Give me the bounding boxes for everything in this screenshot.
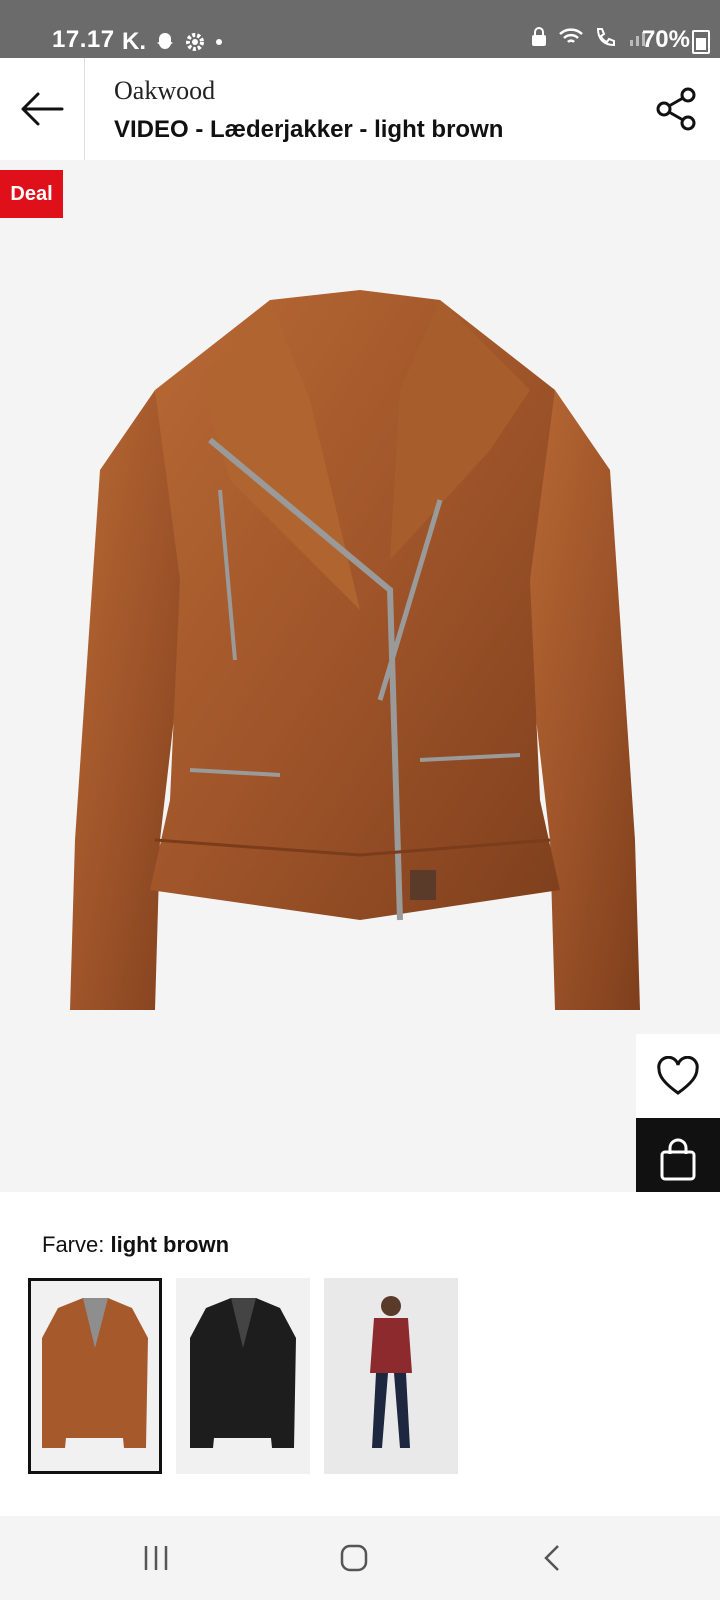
system-nav-bar <box>0 1516 720 1600</box>
add-to-bag-button[interactable] <box>636 1118 720 1192</box>
shopping-bag-icon <box>660 1138 696 1181</box>
dot-icon <box>216 39 222 45</box>
selected-color: light brown <box>110 1232 230 1257</box>
color-label-text: Farve: <box>42 1232 105 1257</box>
favorite-button[interactable] <box>636 1034 720 1118</box>
swatch-model-image <box>370 1296 412 1448</box>
swatch-light-brown-image <box>42 1298 148 1448</box>
app-header: Oakwood VIDEO - Læderjakker - light brow… <box>0 58 720 161</box>
home-button[interactable] <box>340 1544 368 1577</box>
status-time: 17.17 <box>52 26 115 53</box>
recent-apps-button[interactable] <box>142 1544 170 1577</box>
call-icon <box>596 28 615 47</box>
arrow-left-icon <box>21 92 64 126</box>
swatch-light-brown[interactable] <box>28 1278 162 1474</box>
heart-icon <box>657 1056 699 1095</box>
share-button[interactable] <box>654 86 700 137</box>
wifi-icon <box>559 28 583 43</box>
back-chevron-icon <box>544 1545 559 1571</box>
swatch-black-image <box>190 1298 296 1448</box>
battery-percent: 70% <box>641 26 690 53</box>
snapchat-icon <box>157 33 173 49</box>
back-button[interactable] <box>0 58 85 160</box>
product-title: VIDEO - Læderjakker - light brown <box>114 116 504 143</box>
settings-icon <box>186 33 204 51</box>
status-bar: 17.17 K. 70% <box>0 0 720 58</box>
product-image-area[interactable]: Deal <box>0 160 720 1192</box>
system-back-button[interactable] <box>540 1544 568 1577</box>
swatch-model[interactable] <box>324 1278 458 1474</box>
color-section: Farve: light brown <box>0 1192 720 1512</box>
swatch-black[interactable] <box>176 1278 310 1474</box>
brand-name: Oakwood <box>114 76 216 105</box>
deal-badge: Deal <box>0 170 63 218</box>
battery-icon <box>692 30 710 54</box>
product-image <box>70 290 640 1010</box>
color-label: Farve: light brown <box>42 1232 229 1258</box>
share-icon <box>656 87 696 131</box>
lock-icon <box>532 27 546 46</box>
carrier-mark: K. <box>122 28 146 55</box>
recent-apps-icon <box>144 1546 168 1570</box>
home-icon <box>340 1544 368 1572</box>
color-swatches <box>28 1278 458 1474</box>
